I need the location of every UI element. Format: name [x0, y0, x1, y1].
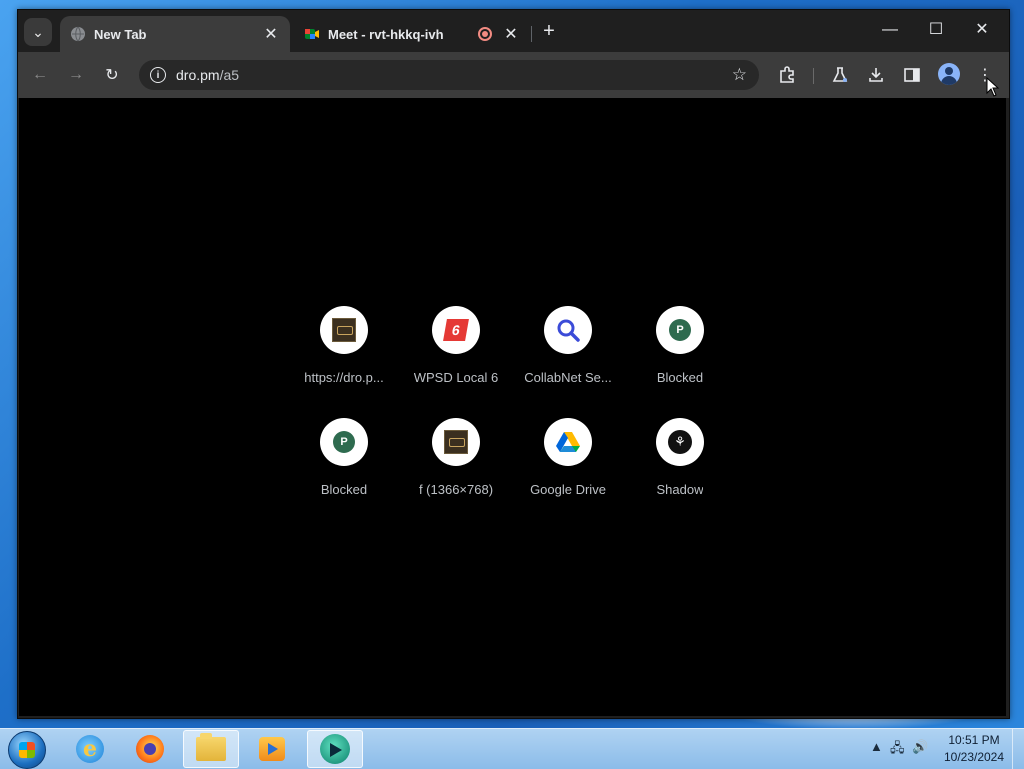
shortcut-icon-circle: 6: [432, 306, 480, 354]
taskbar-file-explorer[interactable]: [183, 730, 239, 768]
minimize-button[interactable]: —: [870, 18, 910, 42]
tray-expand-icon[interactable]: ▲: [870, 739, 883, 754]
shortcut-label: Shadow: [656, 482, 704, 497]
address-bar[interactable]: i dro.pm/a5 ☆: [139, 60, 759, 90]
downloads-button[interactable]: [864, 63, 888, 87]
close-window-button[interactable]: ✕: [962, 18, 1002, 42]
shortcut-tile[interactable]: Google Drive: [512, 418, 624, 518]
globe-icon: [70, 26, 86, 42]
taskbar-browser[interactable]: [307, 730, 363, 768]
maximize-button[interactable]: ☐: [916, 18, 956, 42]
shortcut-label: Blocked: [320, 482, 368, 497]
tab-title: Meet - rvt-hkkq-ivh: [328, 26, 444, 42]
profile-avatar-icon[interactable]: [938, 63, 960, 85]
shortcut-label: WPSD Local 6: [413, 370, 499, 385]
volume-icon[interactable]: 🔊: [912, 739, 928, 755]
mouse-cursor: [986, 77, 1000, 97]
shortcut-tile[interactable]: CollabNet Se...: [512, 306, 624, 406]
shortcut-tile[interactable]: https://dro.p...: [288, 306, 400, 406]
back-button[interactable]: ←: [28, 63, 52, 87]
shortcut-tile[interactable]: P Blocked: [288, 418, 400, 518]
search-icon: [557, 319, 580, 342]
shadow-icon: ⚘: [668, 430, 692, 454]
url-text: dro.pm/a5: [176, 67, 732, 83]
shortcut-tile[interactable]: 6 WPSD Local 6: [400, 306, 512, 406]
reload-button[interactable]: ↻: [100, 63, 124, 87]
thumbnail-icon: [332, 318, 356, 342]
letter-p-icon: P: [333, 431, 355, 453]
drive-icon: [556, 432, 580, 452]
arrow-right-icon: →: [68, 66, 84, 83]
recording-icon: [478, 27, 492, 41]
tab-strip: ⌄ New Tab ✕ Meet - rvt-hkkq-ivh ✕ + — ☐ …: [18, 10, 1009, 52]
clock-time: 10:51 PM: [948, 733, 1000, 747]
shortcut-icon-circle: [544, 306, 592, 354]
taskbar: e ▲ 🖧 🔊 10:51 PM 10/23/2024: [0, 728, 1024, 769]
browser-app-icon: [320, 734, 350, 764]
show-desktop-button[interactable]: [1012, 729, 1024, 769]
flask-icon: [832, 67, 848, 82]
extensions-button[interactable]: [775, 63, 799, 87]
bookmark-star-icon[interactable]: ☆: [732, 65, 747, 85]
shortcut-icon-circle: [320, 306, 368, 354]
arrow-left-icon: ←: [32, 66, 48, 83]
shortcut-label: Google Drive: [530, 482, 606, 497]
side-panel-button[interactable]: [900, 63, 924, 87]
system-clock[interactable]: 10:51 PM 10/23/2024: [940, 732, 1008, 766]
taskbar-firefox[interactable]: [122, 730, 178, 768]
internet-explorer-icon: e: [76, 735, 104, 763]
tab-meet[interactable]: Meet - rvt-hkkq-ivh ✕: [294, 16, 530, 52]
taskbar-media-player[interactable]: [244, 730, 300, 768]
shortcut-tile[interactable]: ⚘ Shadow: [624, 418, 736, 518]
meet-icon: [304, 26, 320, 42]
download-icon: [869, 68, 883, 82]
shortcut-tile[interactable]: f (1366×768): [400, 418, 512, 518]
tab-close-icon[interactable]: ✕: [502, 24, 520, 44]
tab-new-tab[interactable]: New Tab ✕: [60, 16, 290, 52]
side-panel-icon: [904, 68, 920, 82]
shortcut-icon-circle: P: [320, 418, 368, 466]
site-info-icon[interactable]: i: [150, 67, 166, 83]
shortcut-label: CollabNet Se...: [524, 370, 612, 385]
tab-close-icon[interactable]: ✕: [262, 24, 280, 44]
url-path: /a5: [219, 67, 240, 83]
browser-toolbar: ← → ↻ i dro.pm/a5 ☆ ⋮: [18, 52, 1009, 98]
wpsd-icon: 6: [443, 319, 469, 341]
puzzle-icon: [780, 66, 794, 83]
new-tab-button[interactable]: +: [538, 20, 560, 42]
media-player-icon: [259, 737, 285, 761]
tab-title: New Tab: [94, 26, 147, 42]
thumbnail-icon: [444, 430, 468, 454]
taskbar-internet-explorer[interactable]: e: [62, 730, 118, 768]
shortcut-icon-circle: [544, 418, 592, 466]
network-icon[interactable]: 🖧: [890, 739, 905, 761]
shortcut-label: Blocked: [656, 370, 704, 385]
new-tab-page: https://dro.p... 6 WPSD Local 6 CollabNe…: [19, 98, 1006, 716]
firefox-icon: [136, 735, 164, 763]
folder-icon: [196, 733, 226, 761]
start-button[interactable]: [8, 731, 46, 769]
shortcut-label: f (1366×768): [418, 482, 494, 497]
shortcut-icon-circle: P: [656, 306, 704, 354]
chevron-down-icon: ⌄: [32, 23, 44, 40]
tab-separator: [531, 26, 532, 42]
shortcut-icon-circle: ⚘: [656, 418, 704, 466]
reload-icon: ↻: [105, 67, 119, 84]
shortcut-icon-circle: [432, 418, 480, 466]
letter-p-icon: P: [669, 319, 691, 341]
toolbar-divider: [813, 68, 814, 84]
shortcut-tile[interactable]: P Blocked: [624, 306, 736, 406]
tab-search-button[interactable]: ⌄: [24, 18, 52, 46]
clock-date: 10/23/2024: [943, 750, 1005, 764]
forward-button[interactable]: →: [64, 63, 88, 87]
browser-window: ⌄ New Tab ✕ Meet - rvt-hkkq-ivh ✕ + — ☐ …: [17, 9, 1010, 719]
labs-button[interactable]: [828, 63, 852, 87]
url-host: dro.pm: [176, 67, 220, 83]
shortcut-label: https://dro.p...: [304, 370, 384, 385]
